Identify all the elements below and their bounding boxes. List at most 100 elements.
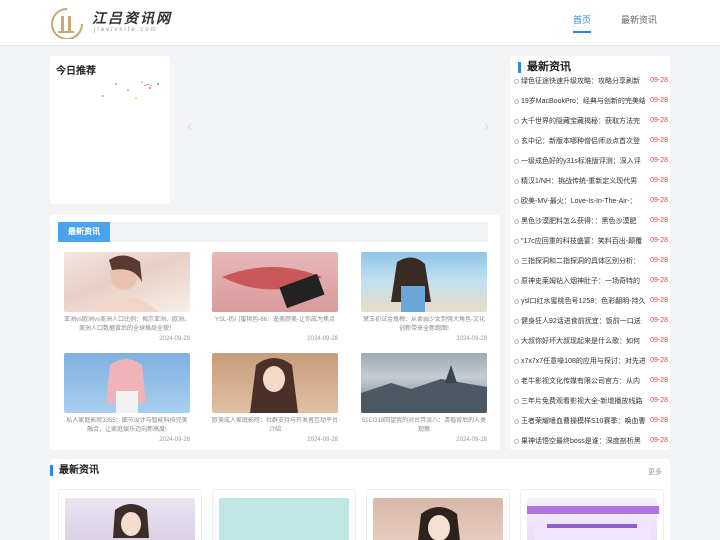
- sidebar-title: 最新资讯: [518, 62, 571, 73]
- sidebar-news-text[interactable]: 老牛影视文化传媒有限公司官方：从内: [521, 376, 645, 386]
- sidebar-news-item[interactable]: 大千世界的隐藏宝藏揭秘：获取方法完 09-28: [514, 116, 668, 130]
- news-thumbnail[interactable]: [361, 252, 487, 312]
- news-thumbnail[interactable]: [361, 353, 487, 413]
- news-caption[interactable]: 私人家庭影院3355：细节设计与智能科技完美融合，让家庭娱乐迈向新高度!: [64, 417, 190, 435]
- news-date: 2024-09-28: [456, 437, 487, 443]
- site-header: 江吕资讯网 jiavlvsite.com 首页 最新资讯: [0, 0, 720, 46]
- sidebar-news-date: 09-28: [650, 197, 668, 204]
- logo-mark-icon: [51, 8, 83, 39]
- sidebar-news-text[interactable]: x7x7x7任意噪108的应用与探讨：对先进: [521, 356, 645, 366]
- sidebar-news-text[interactable]: 原神史莱姆钻入烟神肚子：一场奇特的: [521, 276, 645, 286]
- bottom-latest-section: 最新资讯 更多: [50, 459, 670, 540]
- more-link[interactable]: 更多: [648, 467, 662, 477]
- news-caption[interactable]: 黛玉初试金瓶梅：从柔弱少女到强大角色-文化创新带来全新跑图!: [361, 316, 487, 334]
- sidebar-news-text[interactable]: 黑色沙漠肥料怎么获得：：黑色沙漠肥: [521, 216, 645, 226]
- sidebar-news-text[interactable]: 大千世界的隐藏宝藏揭秘：获取方法完: [521, 116, 645, 126]
- nav-latest[interactable]: 最新资讯: [621, 0, 657, 46]
- sidebar-news-item[interactable]: ysl口红水蜜桃色号1258：色彩翻明-持久 09-28: [514, 296, 668, 310]
- news-date: 2024-09-28: [159, 336, 190, 342]
- bullet-icon: [514, 138, 519, 144]
- sidebar-news-item[interactable]: 老牛影视文化传媒有限公司官方：从内 09-28: [514, 376, 668, 390]
- bullet-icon: [514, 98, 519, 104]
- sidebar-news-text[interactable]: 绿色征途快速升级攻略：攻略分享刷新: [521, 76, 645, 86]
- sidebar-news-text[interactable]: 王者荣耀嗜血曹操模样S10赛季：唤血曹: [521, 416, 645, 426]
- sidebar-news-date: 09-28: [650, 377, 668, 384]
- carousel-next-icon[interactable]: ›: [484, 118, 489, 136]
- sidebar-news-text[interactable]: 一级成色好的y31s标准版评测：深入评: [521, 156, 645, 166]
- bullet-icon: [514, 298, 519, 304]
- sidebar-news-text[interactable]: "17c应回重的科技盛宴：笑料百出-颠覆: [521, 236, 645, 246]
- nav-home[interactable]: 首页: [573, 0, 592, 33]
- news-caption[interactable]: YSL-热门蜜桃色-66：遥美颜美-让你成为焦点: [212, 316, 338, 334]
- sidebar-news-date: 09-28: [650, 217, 668, 224]
- sidebar-news-item[interactable]: 19岁MacBookPro：经典与创新的完美结 09-28: [514, 96, 668, 110]
- today-recommend-card: 今日推荐: [50, 56, 170, 204]
- bottom-card[interactable]: [212, 489, 356, 540]
- bottom-card[interactable]: [58, 489, 202, 540]
- news-thumbnail[interactable]: [212, 252, 338, 312]
- sidebar-news-text[interactable]: 大叔你好坏大叔现起来是什么歌：如何: [521, 336, 645, 346]
- sidebar-news-item[interactable]: 三年片免费观看影视大全-新增播放线路 09-28: [514, 396, 668, 410]
- sidebar-news-item[interactable]: 王者荣耀嗜血曹操模样S10赛季：唤血曹 09-28: [514, 416, 668, 430]
- sidebar-news-date: 09-28: [650, 397, 668, 404]
- sidebar-news-date: 09-28: [650, 237, 668, 244]
- sidebar-news-item[interactable]: 黑色沙漠肥料怎么获得：：黑色沙漠肥 09-28: [514, 216, 668, 230]
- site-logo[interactable]: 江吕资讯网 jiavlvsite.com: [50, 6, 180, 40]
- sidebar-news-date: 09-28: [650, 337, 668, 344]
- tab-latest-news[interactable]: 最新资讯: [58, 222, 110, 242]
- sidebar-news-date: 09-28: [650, 177, 668, 184]
- sidebar-news-text[interactable]: 三年片免费观看影视大全-新增播放线路: [521, 396, 645, 406]
- sidebar-news-text[interactable]: 欧美-MV-最火：Love-Is-In-The-Air-：: [521, 196, 645, 206]
- bullet-icon: [514, 378, 519, 384]
- sidebar-news-item[interactable]: 大叔你好坏大叔现起来是什么歌：如何 09-28: [514, 336, 668, 350]
- sidebar-news-item[interactable]: 原神史莱姆钻入烟神肚子：一场奇特的 09-28: [514, 276, 668, 290]
- news-thumbnail[interactable]: [212, 353, 338, 413]
- sidebar-news-item[interactable]: 健身狂人92话进食前抚宜：饭前一口送 09-28: [514, 316, 668, 330]
- sidebar-news-date: 09-28: [650, 137, 668, 144]
- bullet-icon: [514, 318, 519, 324]
- sidebar-news-text[interactable]: 19岁MacBookPro：经典与创新的完美结: [521, 96, 645, 106]
- bullet-icon: [514, 218, 519, 224]
- sidebar-news-text[interactable]: ysl口红水蜜桃色号1258：色彩翻明-持久: [521, 296, 645, 306]
- bullet-icon: [514, 438, 519, 444]
- sidebar-news-item[interactable]: 欧美-MV-最火：Love-Is-In-The-Air-： 09-28: [514, 196, 668, 210]
- sidebar-news-date: 09-28: [650, 117, 668, 124]
- sidebar-news-item[interactable]: x7x7x7任意噪108的应用与探讨：对先进 09-28: [514, 356, 668, 370]
- sidebar-news-date: 09-28: [650, 157, 668, 164]
- sidebar-news-item[interactable]: 玄中记：新版本哪种僧侣师派点首次登 09-28: [514, 136, 668, 150]
- news-thumbnail[interactable]: [64, 353, 190, 413]
- sidebar-news-item[interactable]: 绿色征途快速升级攻略：攻略分享刷新 09-28: [514, 76, 668, 90]
- sidebar-news-text[interactable]: 健身狂人92话进食前抚宜：饭前一口送: [521, 316, 645, 326]
- bullet-icon: [514, 358, 519, 364]
- news-caption[interactable]: 51CG18回望我的对台弃派八：清楷背后的人类观察: [361, 417, 487, 435]
- sidebar-news-text[interactable]: 果神话悟空最终boss是谁：深度剖析黑: [521, 436, 645, 446]
- news-date: 2024-09-28: [159, 437, 190, 443]
- bullet-icon: [514, 398, 519, 404]
- news-date: 2024-09-28: [456, 336, 487, 342]
- news-caption[interactable]: 亚洲vs欧洲vs美洲人口比例：揭示亚洲、欧洲、美洲人口数据背后的全球格局全貌！: [64, 316, 190, 334]
- sidebar-news-text[interactable]: 精汉1/NH：挑战传统-重新定义现代男: [521, 176, 645, 186]
- sidebar-news-date: 09-28: [650, 77, 668, 84]
- bullet-icon: [514, 338, 519, 344]
- sidebar-news-date: 09-28: [650, 437, 668, 444]
- sidebar-news-date: 09-28: [650, 297, 668, 304]
- sidebar-news-item[interactable]: 果神话悟空最终boss是谁：深度剖析黑 09-28: [514, 436, 668, 450]
- sidebar-news-text[interactable]: 三指探洞和二指探洞的具体区别分析：: [521, 256, 645, 266]
- news-thumbnail[interactable]: [64, 252, 190, 312]
- bullet-icon: [514, 158, 519, 164]
- bullet-icon: [514, 278, 519, 284]
- bullet-icon: [514, 178, 519, 184]
- sidebar-news-item[interactable]: 一级成色好的y31s标准版评测：深入评 09-28: [514, 156, 668, 170]
- sidebar-news-item[interactable]: "17c应回重的科技盛宴：笑料百出-颠覆 09-28: [514, 236, 668, 250]
- sidebar-news-text[interactable]: 玄中记：新版本哪种僧侣师派点首次登: [521, 136, 645, 146]
- bottom-card[interactable]: [520, 489, 664, 540]
- sidebar-news-item[interactable]: 三指探洞和二指探洞的具体区别分析： 09-28: [514, 256, 668, 270]
- sidebar-news-item[interactable]: 精汉1/NH：挑战传统-重新定义现代男 09-28: [514, 176, 668, 190]
- sidebar-news-date: 09-28: [650, 97, 668, 104]
- carousel-prev-icon[interactable]: ‹: [187, 118, 192, 136]
- sidebar-news-date: 09-28: [650, 317, 668, 324]
- tab-bar: 最新资讯: [58, 222, 488, 242]
- sidebar-news-date: 09-28: [650, 257, 668, 264]
- news-caption[interactable]: 欧美成人家庭影院：社群支持与开发者互动平台介绍: [212, 417, 338, 435]
- bottom-card[interactable]: [366, 489, 510, 540]
